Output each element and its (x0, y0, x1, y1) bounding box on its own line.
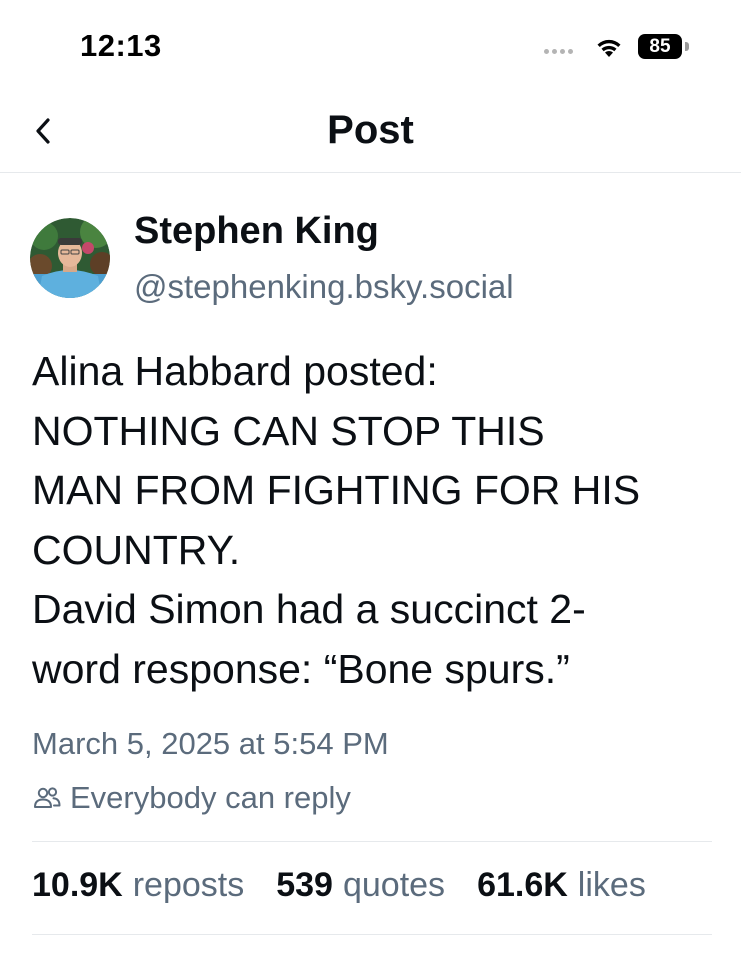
quotes-label: quotes (342, 866, 446, 904)
battery-icon: 85 (638, 34, 682, 59)
post-text: Alina Habbard posted: NOTHING CAN STOP T… (32, 342, 722, 699)
wifi-icon (597, 39, 621, 57)
post-text-line: David Simon had a succinct 2- (32, 586, 586, 632)
avatar-photo (30, 218, 110, 298)
post-text-line: MAN FROM FIGHTING FOR HIS (32, 467, 641, 513)
divider (32, 841, 712, 842)
quotes-count: 539 (276, 866, 333, 904)
reposts-count: 10.9K (32, 866, 123, 904)
post-text-line: word response: “Bone spurs.” (32, 645, 570, 692)
avatar[interactable] (30, 218, 110, 298)
cellular-signal-icon (544, 49, 573, 54)
likes-count: 61.6K (477, 866, 568, 904)
post-text-line: COUNTRY. (32, 526, 241, 573)
people-icon (34, 787, 61, 808)
divider (32, 934, 712, 935)
author-name[interactable]: Stephen King (134, 210, 379, 253)
post-text-line: Alina Habbard posted: (32, 348, 438, 394)
post-text-line: NOTHING CAN STOP THIS (32, 407, 545, 454)
page-title: Post (327, 108, 414, 152)
likes-label: likes (577, 866, 646, 904)
likes-stat[interactable]: 61.6K likes (477, 866, 646, 905)
post-timestamp: March 5, 2025 at 5:54 PM (32, 726, 389, 761)
reply-setting: Everybody can reply (32, 780, 351, 816)
author-handle[interactable]: @stephenking.bsky.social (134, 268, 514, 306)
post-header: Post (0, 96, 741, 173)
post-stats: 10.9K reposts 539 quotes 61.6K likes (32, 866, 646, 905)
quotes-stat[interactable]: 539 quotes (276, 866, 445, 905)
reposts-stat[interactable]: 10.9K reposts (32, 866, 244, 905)
status-bar: 12:13 85 (0, 0, 741, 96)
reposts-label: reposts (132, 866, 245, 904)
status-time: 12:13 (80, 28, 162, 63)
battery-nub (685, 42, 689, 51)
reply-setting-label: Everybody can reply (70, 780, 351, 815)
